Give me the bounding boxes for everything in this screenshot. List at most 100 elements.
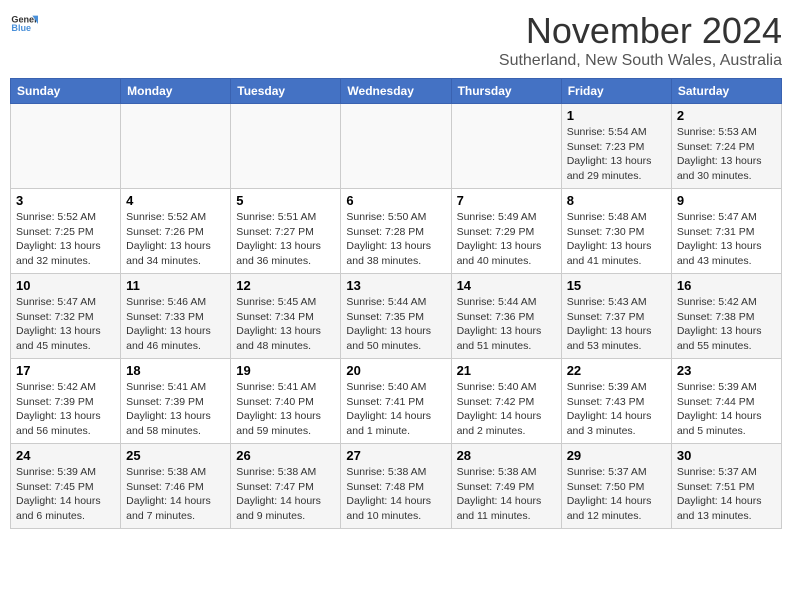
calendar-table: SundayMondayTuesdayWednesdayThursdayFrid… [10,78,782,529]
calendar-cell: 22 Sunrise: 5:39 AM Sunset: 7:43 PM Dayli… [561,359,671,444]
day-number: 2 [677,108,776,123]
day-number: 1 [567,108,666,123]
calendar-cell: 13 Sunrise: 5:44 AM Sunset: 7:35 PM Dayli… [341,274,451,359]
calendar-week-row: 17 Sunrise: 5:42 AM Sunset: 7:39 PM Dayli… [11,359,782,444]
day-info: Sunrise: 5:38 AM Sunset: 7:47 PM Dayligh… [236,465,335,524]
day-info: Sunrise: 5:46 AM Sunset: 7:33 PM Dayligh… [126,295,225,354]
calendar-week-row: 3Sunrise: 5:52 AM Sunset: 7:25 PM Daylig… [11,189,782,274]
day-number: 8 [567,193,666,208]
day-info: Sunrise: 5:40 AM Sunset: 7:41 PM Dayligh… [346,380,445,439]
calendar-cell: 14 Sunrise: 5:44 AM Sunset: 7:36 PM Dayli… [451,274,561,359]
calendar-cell: 25 Sunrise: 5:38 AM Sunset: 7:46 PM Dayli… [121,444,231,529]
day-number: 25 [126,448,225,463]
day-number: 24 [16,448,115,463]
day-number: 5 [236,193,335,208]
day-info: Sunrise: 5:42 AM Sunset: 7:38 PM Dayligh… [677,295,776,354]
calendar-cell: 19 Sunrise: 5:41 AM Sunset: 7:40 PM Dayli… [231,359,341,444]
day-number: 28 [457,448,556,463]
logo-icon: General Blue [10,10,38,38]
calendar-cell: 24 Sunrise: 5:39 AM Sunset: 7:45 PM Dayli… [11,444,121,529]
day-info: Sunrise: 5:37 AM Sunset: 7:50 PM Dayligh… [567,465,666,524]
calendar-cell: 28 Sunrise: 5:38 AM Sunset: 7:49 PM Dayli… [451,444,561,529]
location-title: Sutherland, New South Wales, Australia [499,52,782,70]
day-info: Sunrise: 5:38 AM Sunset: 7:46 PM Dayligh… [126,465,225,524]
calendar-cell [231,104,341,189]
calendar-header-saturday: Saturday [671,79,781,104]
day-number: 29 [567,448,666,463]
day-info: Sunrise: 5:43 AM Sunset: 7:37 PM Dayligh… [567,295,666,354]
day-number: 21 [457,363,556,378]
day-number: 19 [236,363,335,378]
day-number: 10 [16,278,115,293]
calendar-week-row: 1 Sunrise: 5:54 AM Sunset: 7:23 PM Daylig… [11,104,782,189]
day-number: 4 [126,193,225,208]
day-number: 26 [236,448,335,463]
calendar-cell: 3Sunrise: 5:52 AM Sunset: 7:25 PM Daylig… [11,189,121,274]
calendar-cell: 30 Sunrise: 5:37 AM Sunset: 7:51 PM Dayli… [671,444,781,529]
day-number: 30 [677,448,776,463]
day-number: 17 [16,363,115,378]
day-info: Sunrise: 5:52 AM Sunset: 7:26 PM Dayligh… [126,210,225,269]
calendar-cell: 12 Sunrise: 5:45 AM Sunset: 7:34 PM Dayli… [231,274,341,359]
day-number: 3 [16,193,115,208]
day-number: 9 [677,193,776,208]
day-number: 20 [346,363,445,378]
calendar-cell: 1 Sunrise: 5:54 AM Sunset: 7:23 PM Daylig… [561,104,671,189]
day-number: 13 [346,278,445,293]
day-info: Sunrise: 5:42 AM Sunset: 7:39 PM Dayligh… [16,380,115,439]
day-info: Sunrise: 5:49 AM Sunset: 7:29 PM Dayligh… [457,210,556,269]
day-info: Sunrise: 5:41 AM Sunset: 7:40 PM Dayligh… [236,380,335,439]
day-info: Sunrise: 5:41 AM Sunset: 7:39 PM Dayligh… [126,380,225,439]
day-number: 12 [236,278,335,293]
day-info: Sunrise: 5:44 AM Sunset: 7:36 PM Dayligh… [457,295,556,354]
day-number: 18 [126,363,225,378]
day-info: Sunrise: 5:44 AM Sunset: 7:35 PM Dayligh… [346,295,445,354]
calendar-header-sunday: Sunday [11,79,121,104]
title-area: November 2024 Sutherland, New South Wale… [499,10,782,70]
month-title: November 2024 [499,10,782,52]
day-info: Sunrise: 5:47 AM Sunset: 7:32 PM Dayligh… [16,295,115,354]
day-info: Sunrise: 5:50 AM Sunset: 7:28 PM Dayligh… [346,210,445,269]
day-info: Sunrise: 5:53 AM Sunset: 7:24 PM Dayligh… [677,125,776,184]
day-info: Sunrise: 5:47 AM Sunset: 7:31 PM Dayligh… [677,210,776,269]
calendar-cell: 11 Sunrise: 5:46 AM Sunset: 7:33 PM Dayli… [121,274,231,359]
day-number: 6 [346,193,445,208]
svg-text:Blue: Blue [11,23,31,33]
day-info: Sunrise: 5:54 AM Sunset: 7:23 PM Dayligh… [567,125,666,184]
day-info: Sunrise: 5:40 AM Sunset: 7:42 PM Dayligh… [457,380,556,439]
calendar-header-row: SundayMondayTuesdayWednesdayThursdayFrid… [11,79,782,104]
calendar-header-monday: Monday [121,79,231,104]
calendar-cell: 10 Sunrise: 5:47 AM Sunset: 7:32 PM Dayli… [11,274,121,359]
calendar-cell: 5 Sunrise: 5:51 AM Sunset: 7:27 PM Daylig… [231,189,341,274]
header: General Blue November 2024 Sutherland, N… [10,10,782,70]
calendar-header-friday: Friday [561,79,671,104]
day-info: Sunrise: 5:51 AM Sunset: 7:27 PM Dayligh… [236,210,335,269]
calendar-header-wednesday: Wednesday [341,79,451,104]
calendar-cell: 4 Sunrise: 5:52 AM Sunset: 7:26 PM Daylig… [121,189,231,274]
calendar-cell: 16Sunrise: 5:42 AM Sunset: 7:38 PM Dayli… [671,274,781,359]
day-info: Sunrise: 5:38 AM Sunset: 7:49 PM Dayligh… [457,465,556,524]
day-info: Sunrise: 5:39 AM Sunset: 7:45 PM Dayligh… [16,465,115,524]
day-info: Sunrise: 5:39 AM Sunset: 7:43 PM Dayligh… [567,380,666,439]
day-number: 14 [457,278,556,293]
day-number: 15 [567,278,666,293]
calendar-cell: 9 Sunrise: 5:47 AM Sunset: 7:31 PM Daylig… [671,189,781,274]
calendar-cell [11,104,121,189]
day-number: 11 [126,278,225,293]
calendar-cell: 18 Sunrise: 5:41 AM Sunset: 7:39 PM Dayli… [121,359,231,444]
day-info: Sunrise: 5:37 AM Sunset: 7:51 PM Dayligh… [677,465,776,524]
calendar-header-tuesday: Tuesday [231,79,341,104]
calendar-cell: 26 Sunrise: 5:38 AM Sunset: 7:47 PM Dayli… [231,444,341,529]
day-number: 7 [457,193,556,208]
day-number: 22 [567,363,666,378]
calendar-week-row: 24 Sunrise: 5:39 AM Sunset: 7:45 PM Dayli… [11,444,782,529]
day-info: Sunrise: 5:38 AM Sunset: 7:48 PM Dayligh… [346,465,445,524]
calendar-cell: 21 Sunrise: 5:40 AM Sunset: 7:42 PM Dayli… [451,359,561,444]
calendar-cell: 8 Sunrise: 5:48 AM Sunset: 7:30 PM Daylig… [561,189,671,274]
day-info: Sunrise: 5:45 AM Sunset: 7:34 PM Dayligh… [236,295,335,354]
calendar-cell: 20 Sunrise: 5:40 AM Sunset: 7:41 PM Dayli… [341,359,451,444]
day-info: Sunrise: 5:48 AM Sunset: 7:30 PM Dayligh… [567,210,666,269]
logo: General Blue [10,10,38,38]
calendar-cell: 27Sunrise: 5:38 AM Sunset: 7:48 PM Dayli… [341,444,451,529]
calendar-cell [341,104,451,189]
